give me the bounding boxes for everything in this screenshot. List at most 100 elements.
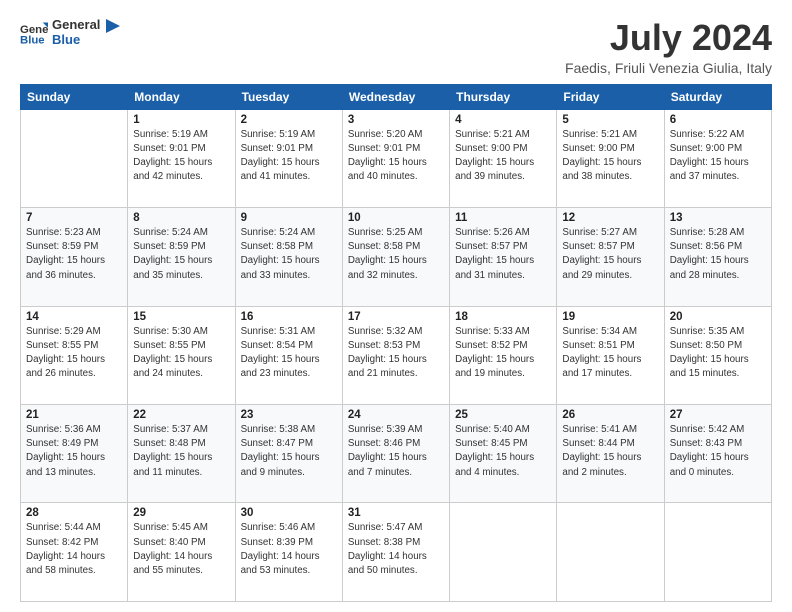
- day-number: 18: [455, 311, 551, 323]
- header: General Blue General Blue July 2024 Faed…: [20, 18, 772, 76]
- day-cell: 22 Sunrise: 5:37 AM Sunset: 8:48 PM Dayli…: [128, 405, 235, 503]
- col-header-sunday: Sunday: [21, 84, 128, 109]
- day-info: Sunrise: 5:25 AM Sunset: 8:58 PM Dayligh…: [348, 226, 444, 283]
- day-info: Sunrise: 5:27 AM Sunset: 8:57 PM Dayligh…: [562, 226, 658, 283]
- day-number: 11: [455, 212, 551, 224]
- logo: General Blue General Blue: [20, 18, 122, 48]
- logo-general: General: [52, 18, 100, 33]
- day-number: 26: [562, 409, 658, 421]
- day-cell: 17 Sunrise: 5:32 AM Sunset: 8:53 PM Dayli…: [342, 306, 449, 404]
- day-number: 2: [241, 114, 337, 126]
- day-info: Sunrise: 5:22 AM Sunset: 9:00 PM Dayligh…: [670, 128, 766, 185]
- day-number: 6: [670, 114, 766, 126]
- day-cell: 21 Sunrise: 5:36 AM Sunset: 8:49 PM Dayli…: [21, 405, 128, 503]
- day-info: Sunrise: 5:34 AM Sunset: 8:51 PM Dayligh…: [562, 325, 658, 382]
- calendar-page: General Blue General Blue July 2024 Faed…: [0, 0, 792, 612]
- day-cell: 14 Sunrise: 5:29 AM Sunset: 8:55 PM Dayli…: [21, 306, 128, 404]
- day-cell: 13 Sunrise: 5:28 AM Sunset: 8:56 PM Dayli…: [664, 208, 771, 306]
- day-info: Sunrise: 5:46 AM Sunset: 8:39 PM Dayligh…: [241, 521, 337, 578]
- day-number: 8: [133, 212, 229, 224]
- day-cell: 8 Sunrise: 5:24 AM Sunset: 8:59 PM Daylig…: [128, 208, 235, 306]
- day-number: 30: [241, 507, 337, 519]
- day-cell: 1Sunrise: 5:19 AM Sunset: 9:01 PM Daylig…: [128, 109, 235, 207]
- day-cell: 9 Sunrise: 5:24 AM Sunset: 8:58 PM Daylig…: [235, 208, 342, 306]
- day-number: 25: [455, 409, 551, 421]
- day-cell: 5 Sunrise: 5:21 AM Sunset: 9:00 PM Daylig…: [557, 109, 664, 207]
- col-header-wednesday: Wednesday: [342, 84, 449, 109]
- calendar-header-row: SundayMondayTuesdayWednesdayThursdayFrid…: [21, 84, 772, 109]
- day-number: 7: [26, 212, 122, 224]
- col-header-saturday: Saturday: [664, 84, 771, 109]
- day-info: Sunrise: 5:39 AM Sunset: 8:46 PM Dayligh…: [348, 423, 444, 480]
- svg-text:Blue: Blue: [20, 34, 45, 46]
- location-title: Faedis, Friuli Venezia Giulia, Italy: [565, 60, 772, 76]
- day-info: Sunrise: 5:30 AM Sunset: 8:55 PM Dayligh…: [133, 325, 229, 382]
- day-cell: 10 Sunrise: 5:25 AM Sunset: 8:58 PM Dayli…: [342, 208, 449, 306]
- day-info: Sunrise: 5:19 AM Sunset: 9:01 PM Dayligh…: [241, 128, 337, 185]
- day-cell: 28 Sunrise: 5:44 AM Sunset: 8:42 PM Dayli…: [21, 503, 128, 602]
- week-row-4: 21 Sunrise: 5:36 AM Sunset: 8:49 PM Dayli…: [21, 405, 772, 503]
- day-number: 10: [348, 212, 444, 224]
- day-cell: 15 Sunrise: 5:30 AM Sunset: 8:55 PM Dayli…: [128, 306, 235, 404]
- day-info: Sunrise: 5:29 AM Sunset: 8:55 PM Dayligh…: [26, 325, 122, 382]
- day-number: 15: [133, 311, 229, 323]
- day-number: 14: [26, 311, 122, 323]
- day-info: Sunrise: 5:20 AM Sunset: 9:01 PM Dayligh…: [348, 128, 444, 185]
- day-cell: 30 Sunrise: 5:46 AM Sunset: 8:39 PM Dayli…: [235, 503, 342, 602]
- day-cell: 23Sunrise: 5:38 AM Sunset: 8:47 PM Dayli…: [235, 405, 342, 503]
- title-block: July 2024 Faedis, Friuli Venezia Giulia,…: [565, 18, 772, 76]
- day-cell: 20Sunrise: 5:35 AM Sunset: 8:50 PM Dayli…: [664, 306, 771, 404]
- day-info: Sunrise: 5:44 AM Sunset: 8:42 PM Dayligh…: [26, 521, 122, 578]
- day-cell: 31Sunrise: 5:47 AM Sunset: 8:38 PM Dayli…: [342, 503, 449, 602]
- day-info: Sunrise: 5:19 AM Sunset: 9:01 PM Dayligh…: [133, 128, 229, 185]
- day-info: Sunrise: 5:21 AM Sunset: 9:00 PM Dayligh…: [562, 128, 658, 185]
- day-info: Sunrise: 5:24 AM Sunset: 8:58 PM Dayligh…: [241, 226, 337, 283]
- col-header-monday: Monday: [128, 84, 235, 109]
- day-cell: 18Sunrise: 5:33 AM Sunset: 8:52 PM Dayli…: [450, 306, 557, 404]
- day-info: Sunrise: 5:41 AM Sunset: 8:44 PM Dayligh…: [562, 423, 658, 480]
- day-number: 21: [26, 409, 122, 421]
- day-cell: 19 Sunrise: 5:34 AM Sunset: 8:51 PM Dayli…: [557, 306, 664, 404]
- day-cell: [664, 503, 771, 602]
- day-number: 28: [26, 507, 122, 519]
- day-number: 17: [348, 311, 444, 323]
- day-info: Sunrise: 5:32 AM Sunset: 8:53 PM Dayligh…: [348, 325, 444, 382]
- week-row-2: 7Sunrise: 5:23 AM Sunset: 8:59 PM Daylig…: [21, 208, 772, 306]
- day-info: Sunrise: 5:40 AM Sunset: 8:45 PM Dayligh…: [455, 423, 551, 480]
- day-number: 5: [562, 114, 658, 126]
- day-number: 4: [455, 114, 551, 126]
- day-number: 16: [241, 311, 337, 323]
- day-cell: 27 Sunrise: 5:42 AM Sunset: 8:43 PM Dayli…: [664, 405, 771, 503]
- day-number: 22: [133, 409, 229, 421]
- day-info: Sunrise: 5:31 AM Sunset: 8:54 PM Dayligh…: [241, 325, 337, 382]
- day-number: 9: [241, 212, 337, 224]
- col-header-thursday: Thursday: [450, 84, 557, 109]
- week-row-1: 1Sunrise: 5:19 AM Sunset: 9:01 PM Daylig…: [21, 109, 772, 207]
- day-cell: 16 Sunrise: 5:31 AM Sunset: 8:54 PM Dayli…: [235, 306, 342, 404]
- day-cell: [21, 109, 128, 207]
- day-info: Sunrise: 5:42 AM Sunset: 8:43 PM Dayligh…: [670, 423, 766, 480]
- week-row-3: 14 Sunrise: 5:29 AM Sunset: 8:55 PM Dayli…: [21, 306, 772, 404]
- col-header-friday: Friday: [557, 84, 664, 109]
- day-info: Sunrise: 5:37 AM Sunset: 8:48 PM Dayligh…: [133, 423, 229, 480]
- day-cell: [450, 503, 557, 602]
- day-cell: 26 Sunrise: 5:41 AM Sunset: 8:44 PM Dayli…: [557, 405, 664, 503]
- logo-blue: Blue: [52, 33, 100, 48]
- day-number: 31: [348, 507, 444, 519]
- day-info: Sunrise: 5:36 AM Sunset: 8:49 PM Dayligh…: [26, 423, 122, 480]
- day-cell: 12Sunrise: 5:27 AM Sunset: 8:57 PM Dayli…: [557, 208, 664, 306]
- day-cell: 2 Sunrise: 5:19 AM Sunset: 9:01 PM Daylig…: [235, 109, 342, 207]
- day-number: 27: [670, 409, 766, 421]
- day-info: Sunrise: 5:28 AM Sunset: 8:56 PM Dayligh…: [670, 226, 766, 283]
- day-cell: 4Sunrise: 5:21 AM Sunset: 9:00 PM Daylig…: [450, 109, 557, 207]
- day-info: Sunrise: 5:24 AM Sunset: 8:59 PM Dayligh…: [133, 226, 229, 283]
- col-header-tuesday: Tuesday: [235, 84, 342, 109]
- day-number: 29: [133, 507, 229, 519]
- day-cell: 25 Sunrise: 5:40 AM Sunset: 8:45 PM Dayli…: [450, 405, 557, 503]
- day-cell: 24Sunrise: 5:39 AM Sunset: 8:46 PM Dayli…: [342, 405, 449, 503]
- logo-flag-icon: [106, 19, 122, 39]
- day-number: 20: [670, 311, 766, 323]
- day-number: 19: [562, 311, 658, 323]
- month-title: July 2024: [565, 18, 772, 58]
- day-number: 13: [670, 212, 766, 224]
